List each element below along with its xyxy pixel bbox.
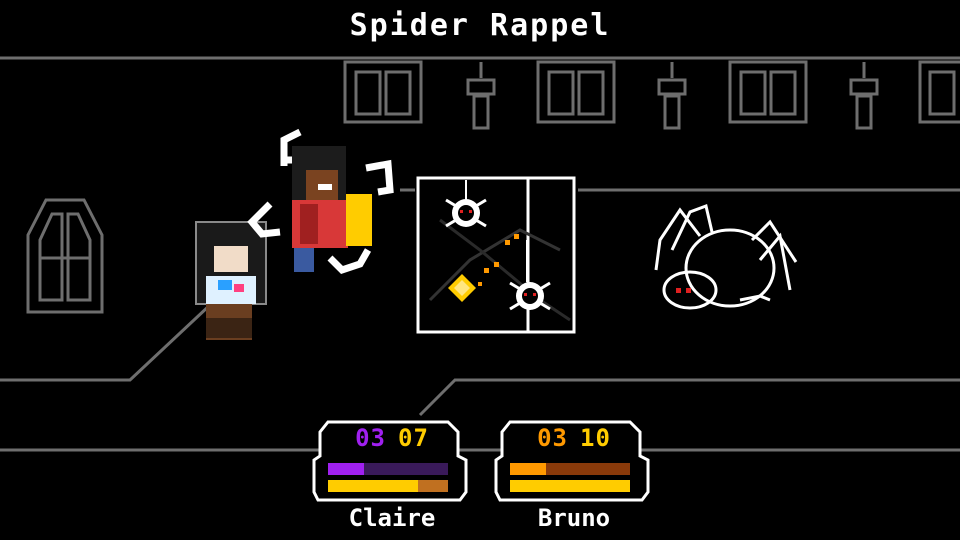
claire-name: Claire [348, 504, 436, 532]
wall-lamp-1 [466, 62, 496, 130]
claire-stats: 03 07 [318, 424, 466, 452]
bruno-sprite [247, 128, 394, 275]
wall-lamp-3 [849, 62, 879, 130]
top-window-4 [918, 60, 960, 124]
battle-title: Spider Rappel [349, 8, 611, 43]
bruno-stat-b: 10 [580, 424, 611, 452]
battle-scene [0, 0, 960, 502]
top-window-2 [536, 60, 616, 124]
big-spider-enemy [654, 203, 798, 310]
action-box [416, 176, 576, 334]
claire-sprite [195, 221, 267, 340]
bruno-name: Bruno [537, 504, 611, 532]
spider-enemy-small-2 [509, 281, 551, 311]
claire-stat-b: 07 [398, 424, 429, 452]
top-window-1 [343, 60, 423, 124]
claire-stat-a: 03 [355, 424, 386, 452]
wall-lamp-2 [657, 62, 687, 130]
top-window-3 [728, 60, 808, 124]
bruno-stat-a: 03 [537, 424, 568, 452]
claire-status-panel: 03 07 [318, 422, 466, 500]
bruno-stats: 03 10 [500, 424, 648, 452]
bruno-status-panel: 03 10 [500, 422, 648, 500]
side-window [26, 198, 104, 314]
spider-enemy-small-1 [445, 198, 487, 228]
